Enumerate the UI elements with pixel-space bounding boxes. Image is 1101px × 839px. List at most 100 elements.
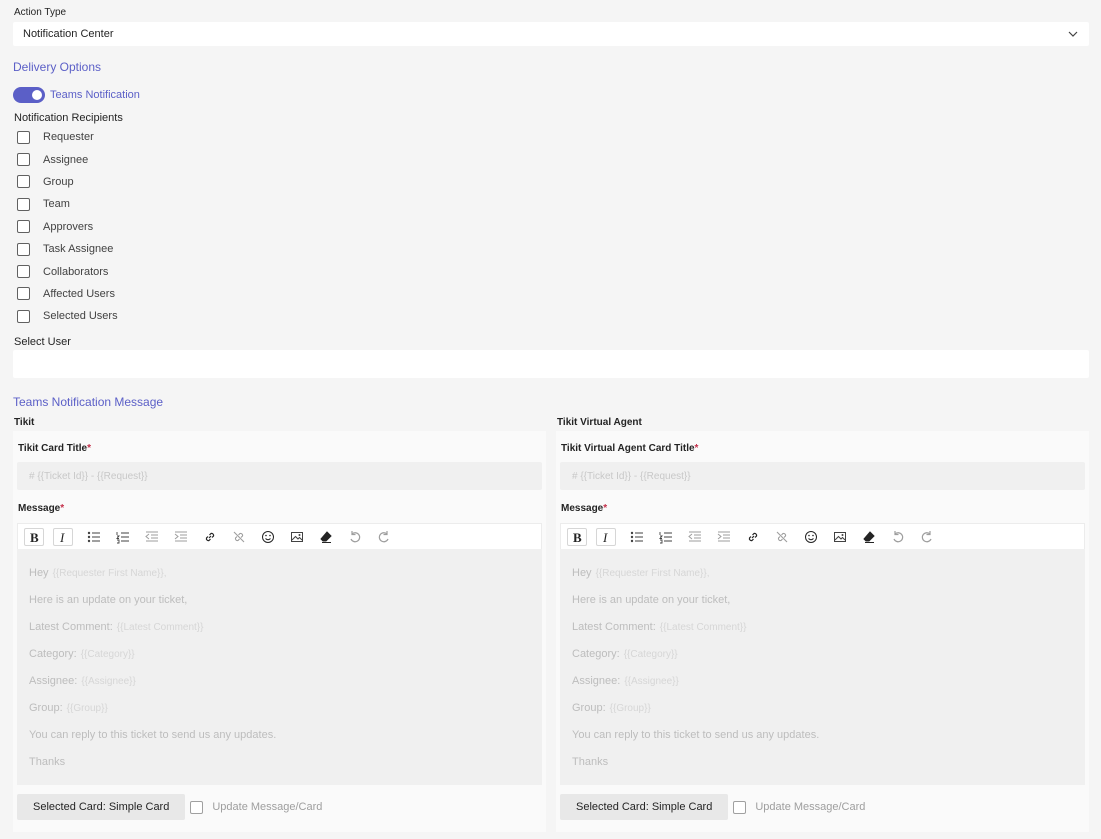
recipient-checkbox[interactable] [17,242,30,256]
editor-placeholder: {{Requester First Name}}, [595,568,710,579]
italic-icon[interactable]: I [596,527,616,546]
bulleted-list-icon[interactable] [625,527,649,547]
recipient-checkbox[interactable] [17,220,30,234]
unlink-icon[interactable] [227,527,251,547]
image-icon[interactable] [828,527,852,547]
tikit-card-actions: Selected Card: Simple Card Update Messag… [17,794,322,820]
numbered-list-icon[interactable] [111,527,135,547]
recipient-label: Group [43,175,74,188]
bold-icon[interactable]: B [24,527,44,546]
tikit-editor-toolbar: B I [17,523,542,549]
update-message-card-checkbox[interactable]: Update Message/Card [190,800,322,814]
undo-icon[interactable] [343,527,367,547]
redo-icon[interactable] [372,527,396,547]
recipient-requester[interactable]: Requester [17,126,118,148]
editor-line: Thanks [572,756,1073,783]
editor-placeholder: {{Group}} [609,703,651,714]
editor-placeholder: {{Latest Comment}} [116,622,204,633]
teams-notification-label: Teams Notification [50,89,140,101]
update-checkbox[interactable] [190,800,204,814]
update-label: Update Message/Card [755,801,866,813]
redo-icon[interactable] [915,527,939,547]
numbered-list-icon[interactable] [654,527,678,547]
recipient-label: Affected Users [43,287,115,300]
unlink-icon[interactable] [770,527,794,547]
teams-notification-toggle[interactable] [13,87,45,103]
recipient-collaborators[interactable]: Collaborators [17,260,118,282]
bulleted-list-icon[interactable] [82,527,106,547]
undo-icon[interactable] [886,527,910,547]
editor-text: Here is an update on your ticket, [572,594,731,606]
indent-icon[interactable] [169,527,193,547]
recipient-checkbox[interactable] [17,309,30,323]
action-type-select[interactable]: Notification Center [13,22,1089,46]
notification-recipients-heading: Notification Recipients [14,112,123,124]
recipient-checkbox[interactable] [17,175,30,189]
update-checkbox[interactable] [733,800,747,814]
editor-line: You can reply to this ticket to send us … [29,729,530,756]
recipient-checkbox[interactable] [17,265,30,279]
outdent-icon[interactable] [683,527,707,547]
recipient-team[interactable]: Team [17,193,118,215]
action-type-label: Action Type [14,7,67,18]
tikit-message-editor[interactable]: Hey {{Requester First Name}}, Here is an … [17,549,542,785]
editor-text: You can reply to this ticket to send us … [572,729,820,741]
clear-format-icon[interactable] [314,527,338,547]
editor-text: Group: [29,702,63,714]
editor-line: Thanks [29,756,530,783]
outdent-icon[interactable] [140,527,164,547]
recipient-task-assignee[interactable]: Task Assignee [17,238,118,260]
editor-line: Latest Comment: {{Latest Comment}} [29,621,530,648]
italic-icon[interactable]: I [53,527,73,546]
editor-text: Latest Comment: [572,621,656,633]
recipient-selected-users[interactable]: Selected Users [17,305,118,327]
recipient-group[interactable]: Group [17,171,118,193]
recipient-assignee[interactable]: Assignee [17,148,118,170]
update-message-card-checkbox[interactable]: Update Message/Card [733,800,866,814]
image-icon[interactable] [285,527,309,547]
toggle-knob [32,90,42,100]
editor-line: Hey {{Requester First Name}}, [572,567,1073,594]
label-text: Tikit Virtual Agent Card Title [561,443,695,454]
editor-line: Hey {{Requester First Name}}, [29,567,530,594]
svg-text:I: I [602,530,608,544]
virtual-agent-panel-heading: Tikit Virtual Agent [557,417,642,428]
recipient-affected-users[interactable]: Affected Users [17,283,118,305]
editor-line: Group: {{Group}} [572,702,1073,729]
virtual-agent-card-title-input[interactable]: # {{Ticket Id}} - {{Request}} [560,462,1085,490]
virtual-agent-message-editor[interactable]: Hey {{Requester First Name}}, Here is an … [560,549,1085,785]
recipient-checkbox[interactable] [17,130,30,144]
bold-icon[interactable]: B [567,527,587,546]
editor-line: Category: {{Category}} [29,648,530,675]
editor-text: Hey [572,567,592,579]
editor-text: Here is an update on your ticket, [29,594,188,606]
link-icon[interactable] [198,527,222,547]
indent-icon[interactable] [712,527,736,547]
teams-message-heading: Teams Notification Message [13,395,164,409]
virtual-agent-editor-toolbar: B I [560,523,1085,549]
editor-text: Category: [29,648,77,660]
recipient-checkbox[interactable] [17,197,30,211]
label-text: Tikit Card Title [18,443,88,454]
selected-card-button[interactable]: Selected Card: Simple Card [560,794,729,820]
editor-line: Here is an update on your ticket, [29,594,530,621]
editor-placeholder: {{Latest Comment}} [659,622,747,633]
link-icon[interactable] [741,527,765,547]
recipient-checkbox[interactable] [17,153,30,167]
recipients-list: Requester Assignee Group Team Approvers … [17,126,118,328]
editor-line: Latest Comment: {{Latest Comment}} [572,621,1073,648]
teams-notification-toggle-row[interactable]: Teams Notification [13,87,140,103]
emoji-icon[interactable] [256,527,280,547]
delivery-options-heading: Delivery Options [13,60,102,74]
select-user-input[interactable] [13,350,1089,378]
clear-format-icon[interactable] [857,527,881,547]
tikit-card-title-input[interactable]: # {{Ticket Id}} - {{Request}} [17,462,542,490]
editor-line: Assignee: {{Assignee}} [29,675,530,702]
recipient-approvers[interactable]: Approvers [17,216,118,238]
editor-text: Group: [572,702,606,714]
selected-card-button[interactable]: Selected Card: Simple Card [17,794,186,820]
svg-text:B: B [573,530,582,544]
recipient-label: Team [43,198,70,211]
emoji-icon[interactable] [799,527,823,547]
recipient-checkbox[interactable] [17,287,30,301]
